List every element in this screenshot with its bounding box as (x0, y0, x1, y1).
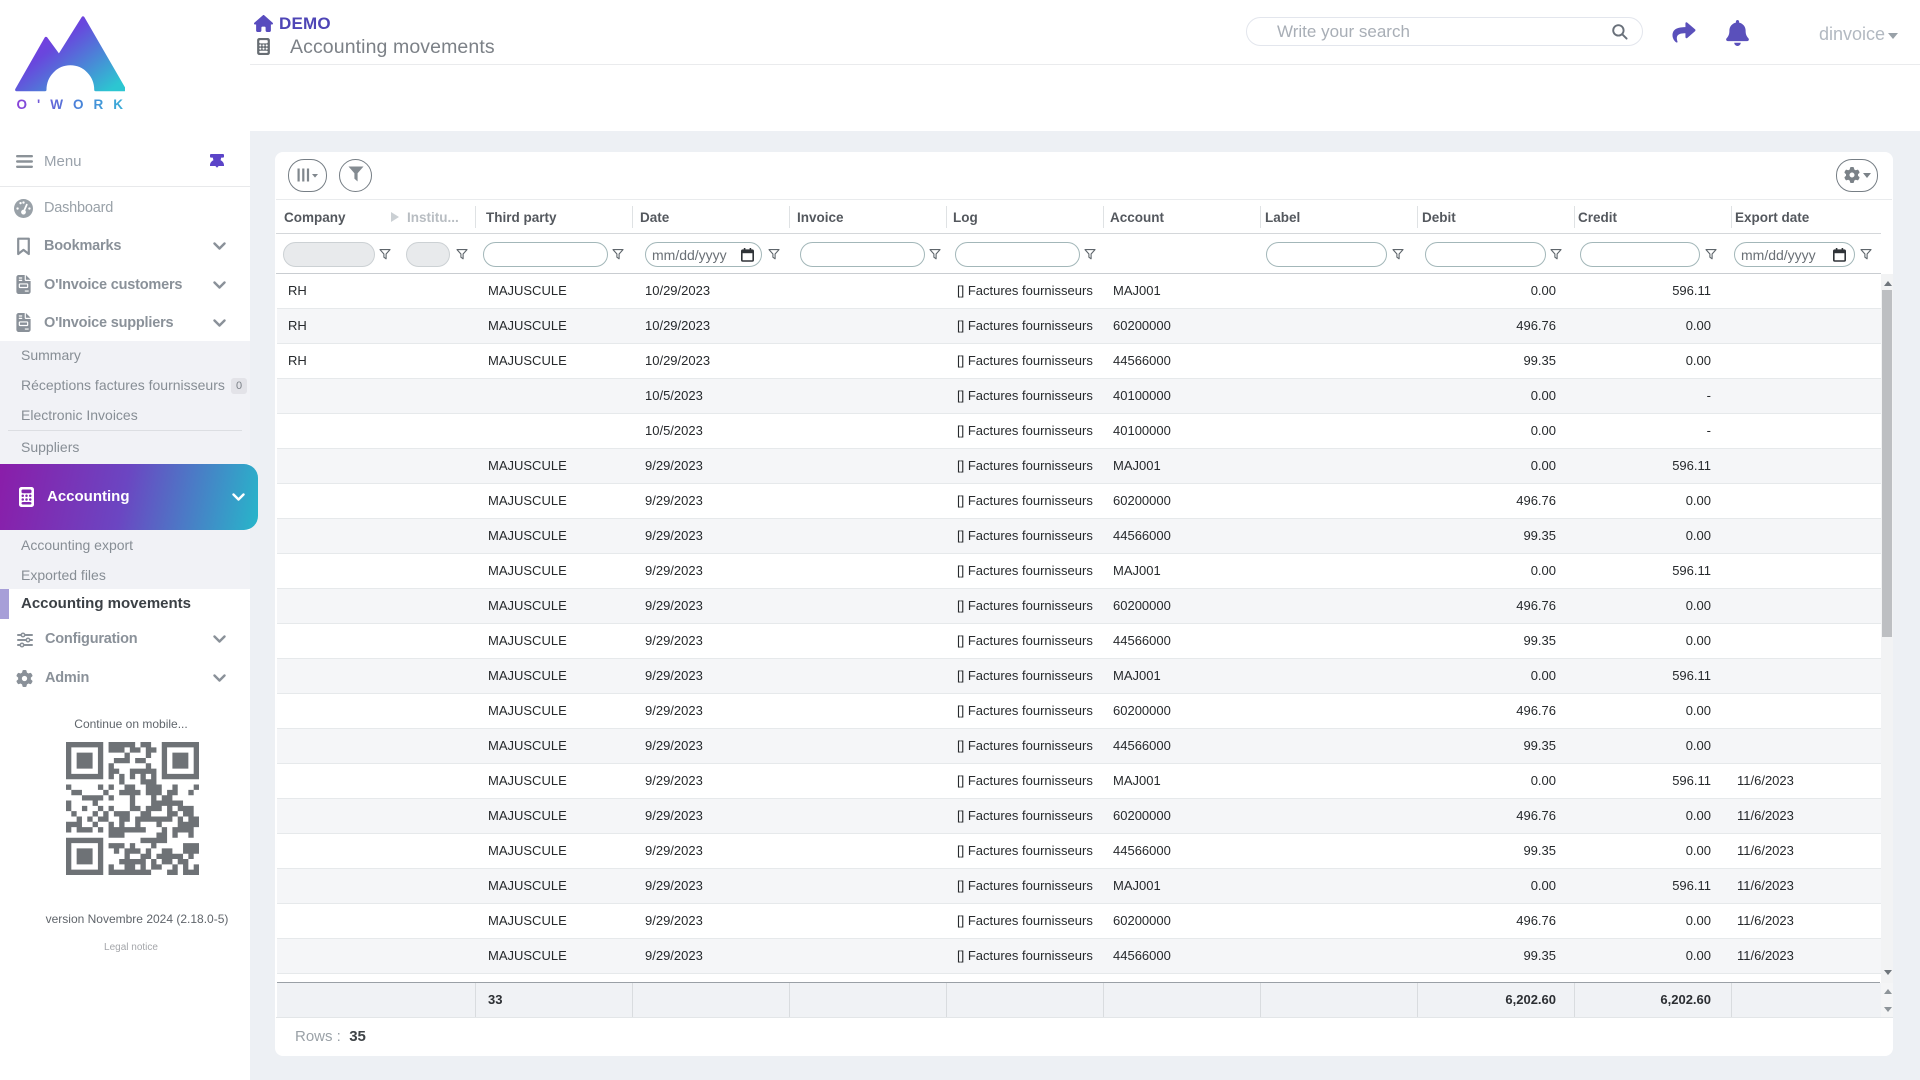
svg-text:O'WORK: O'WORK (17, 97, 126, 112)
